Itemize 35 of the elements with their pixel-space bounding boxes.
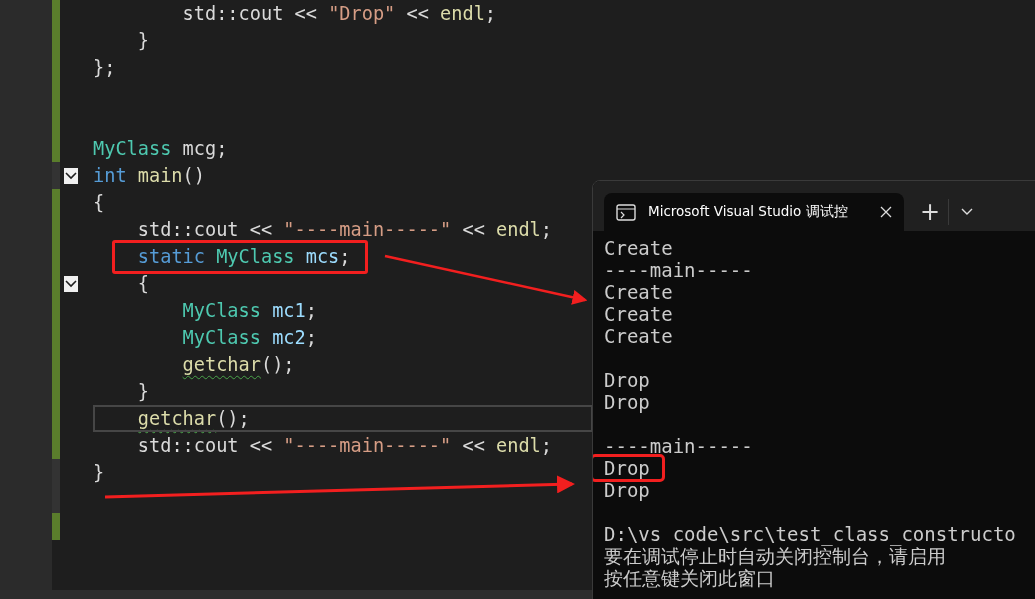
code-line: } — [137, 380, 149, 404]
close-icon[interactable] — [880, 206, 892, 218]
code-line: std::cout << "----main-----" << endl; — [137, 434, 552, 458]
console-output-line: 要在调试停止时自动关闭控制台，请启用 — [604, 545, 946, 567]
console-output-line: Drop — [604, 391, 650, 413]
code-line: } — [93, 461, 105, 485]
console-output-line: Create — [604, 281, 673, 303]
code-line: int main() — [93, 164, 205, 188]
console-output-line: ----main----- — [604, 435, 753, 457]
console-output-line: Drop — [593, 457, 662, 479]
console-output-line: D:\vs code\src\test_class_constructo — [604, 523, 1016, 545]
new-tab-button[interactable]: + — [912, 193, 948, 231]
tab-title: Microsoft Visual Studio 调试控 — [648, 203, 849, 221]
code-line: getchar(); — [182, 353, 295, 377]
terminal-icon — [616, 203, 636, 221]
code-line: MyClass mc2; — [182, 326, 317, 350]
code-line: { — [137, 272, 149, 296]
code-line: MyClass mcg; — [93, 137, 228, 161]
console-output-line: Create — [604, 237, 673, 259]
console-output-line: 按任意键关闭此窗口 — [604, 567, 775, 589]
fold-toggle[interactable] — [64, 275, 78, 292]
code-line: getchar(); — [93, 405, 593, 432]
console-output-line: Drop — [604, 369, 650, 391]
console-output-line: Create — [604, 303, 673, 325]
console-output-line: Drop — [604, 479, 650, 501]
console-output-line: Create — [604, 325, 673, 347]
console-tab[interactable]: Microsoft Visual Studio 调试控 — [604, 193, 904, 231]
console-output-line: ----main----- — [604, 259, 753, 281]
code-line: { — [93, 191, 105, 215]
code-line: std::cout << "----main-----" << endl; — [137, 218, 552, 242]
code-line: std::cout << "Drop" << endl; — [182, 2, 497, 26]
code-line: } — [137, 29, 149, 53]
code-line: MyClass mc1; — [182, 299, 317, 323]
fold-toggle[interactable] — [64, 167, 78, 184]
code-line: }; — [93, 56, 116, 80]
